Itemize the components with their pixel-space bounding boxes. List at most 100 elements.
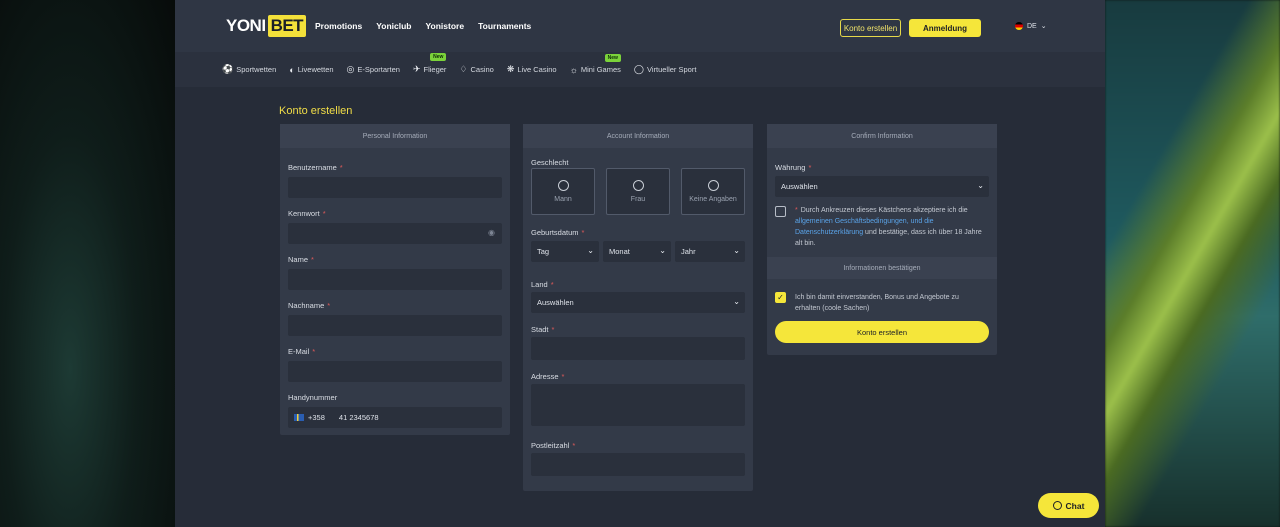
email-input[interactable] — [288, 361, 502, 382]
country-select-value: Auswählen — [537, 298, 574, 307]
gender-option-male[interactable]: Mann — [531, 168, 595, 215]
city-label: Stadt * — [531, 325, 555, 334]
month-select[interactable]: Monat ⌄ — [603, 241, 671, 262]
radio-icon — [557, 180, 569, 191]
birthdate-label: Geburtsdatum * — [531, 228, 585, 237]
nav-yonistore[interactable]: Yonistore — [426, 21, 465, 31]
subnav-item-esports[interactable]: ◎ E-Sportarten — [347, 64, 400, 75]
page-title: Konto erstellen — [279, 105, 353, 117]
subnav-item-livewetten[interactable]: ◐ Livewetten — [289, 65, 333, 75]
new-badge: New — [430, 53, 447, 61]
email-label: E-Mail * — [288, 347, 316, 356]
gender-label: Geschlecht — [531, 158, 569, 167]
personal-info-panel: Personal Information Benutzername * Kennw… — [280, 124, 510, 435]
gender-option-label: Keine Angaben — [689, 196, 737, 203]
subnav-item-live-casino[interactable]: ❋ Live Casino — [507, 64, 557, 75]
privacy-link[interactable]: Datenschutzerklärung — [795, 229, 863, 236]
zip-input[interactable] — [531, 453, 745, 476]
register-button[interactable]: Konto erstellen — [840, 19, 901, 37]
subnav-label: Flieger — [423, 65, 447, 74]
username-input[interactable] — [288, 177, 502, 198]
gender-option-none[interactable]: Keine Angaben — [681, 168, 745, 215]
terms-checkbox[interactable] — [775, 206, 786, 217]
chat-button[interactable]: Chat — [1038, 493, 1099, 518]
soccer-ball-icon: ⚽ — [222, 64, 234, 74]
chevron-down-icon: ⌄ — [733, 297, 740, 306]
password-input[interactable]: ◉ — [288, 223, 502, 244]
background-left — [0, 0, 175, 527]
live-icon: ◐ — [289, 64, 295, 75]
chevron-down-icon: ⌄ — [977, 181, 984, 190]
subnav-label: Live Casino — [517, 65, 557, 74]
phone-country-code[interactable]: +358 — [308, 413, 325, 422]
password-label: Kennwort * — [288, 209, 326, 218]
phone-label: Handynummer — [288, 393, 338, 402]
logo-bet: BET — [267, 15, 307, 37]
city-input[interactable] — [531, 337, 745, 360]
subnav-label: E-Sportarten — [357, 65, 400, 74]
currency-select[interactable]: Auswählen ⌄ — [775, 176, 989, 197]
subnav-label: Sportwetten — [236, 65, 277, 74]
nav-promotions[interactable]: Promotions — [315, 21, 362, 31]
year-select[interactable]: Jahr ⌄ — [675, 241, 745, 262]
login-button[interactable]: Anmeldung — [909, 19, 981, 37]
panel-heading: Personal Information — [280, 124, 510, 148]
radio-icon — [632, 180, 644, 191]
chevron-down-icon: ⌄ — [659, 246, 666, 255]
subnav-label: Livewetten — [297, 65, 334, 74]
chat-bubble-icon — [1052, 501, 1062, 510]
eye-icon[interactable]: ◉ — [488, 228, 495, 237]
live-casino-icon: ❋ — [506, 64, 515, 74]
panel-heading: Account Information — [523, 124, 753, 148]
create-account-button[interactable]: Konto erstellen — [775, 321, 989, 343]
subnav-item-flieger[interactable]: ✈ Flieger New — [413, 53, 447, 75]
phone-input[interactable]: +358 41 2345678 — [288, 407, 502, 428]
account-info-panel: Account Information Geschlecht Mann Frau… — [523, 124, 753, 491]
virtual-sport-icon: ◯ — [633, 64, 644, 74]
terms-link-separator: , und die — [906, 218, 934, 225]
day-select-value: Tag — [537, 247, 550, 256]
chevron-down-icon: ⌄ — [1040, 23, 1047, 30]
zip-label: Postleitzahl * — [531, 441, 576, 450]
subnav-item-mini-games[interactable]: ☼ Mini Games New — [570, 53, 621, 75]
top-bar: YONI BET Promotions Yoniclub Yonistore T… — [175, 0, 1105, 52]
day-select[interactable]: Tag ⌄ — [531, 241, 599, 262]
subnav-item-virtual-sport[interactable]: ◯ Virtueller Sport — [634, 64, 697, 75]
year-select-value: Jahr — [681, 247, 696, 256]
confirm-subheading: Informationen bestätigen — [767, 257, 997, 279]
sub-nav: ⚽ Sportwetten ◐ Livewetten ◎ E-Sportarte… — [175, 52, 1105, 87]
subnav-label: Mini Games — [580, 65, 621, 74]
bonus-text: Ich bin damit einverstanden, Bonus und A… — [795, 294, 959, 312]
chevron-down-icon: ⌄ — [733, 246, 740, 255]
name-label: Name * — [288, 255, 314, 264]
lastname-input[interactable] — [288, 315, 502, 336]
new-badge: New — [604, 53, 621, 62]
nav-yoniclub[interactable]: Yoniclub — [376, 21, 411, 31]
german-flag-icon — [1015, 22, 1023, 30]
terms-text: * Durch Ankreuzen dieses Kästchens akzept… — [795, 207, 982, 247]
esports-icon: ◎ — [346, 64, 355, 74]
name-input[interactable] — [288, 269, 502, 290]
subnav-item-casino[interactable]: ♢ Casino — [459, 64, 493, 75]
logo[interactable]: YONI BET — [226, 14, 307, 38]
panel-heading: Confirm Information — [767, 124, 997, 148]
logo-yoni: YONI — [226, 16, 266, 35]
main-nav: Promotions Yoniclub Yonistore Tournament… — [315, 21, 531, 31]
subnav-item-sportwetten[interactable]: ⚽ Sportwetten — [222, 64, 276, 75]
address-input[interactable] — [531, 384, 745, 426]
chevron-down-icon: ⌄ — [587, 246, 594, 255]
username-label: Benutzername * — [288, 163, 343, 172]
country-flag-icon — [294, 414, 304, 421]
check-icon: ✓ — [777, 293, 784, 302]
background-right — [1105, 0, 1280, 527]
bonus-checkbox[interactable]: ✓ — [775, 292, 786, 303]
language-selector[interactable]: DE ⌄ — [1015, 22, 1047, 30]
lastname-label: Nachname * — [288, 301, 331, 310]
country-select[interactable]: Auswählen ⌄ — [531, 292, 745, 313]
currency-label: Währung * — [775, 163, 812, 172]
chat-label: Chat — [1065, 500, 1085, 511]
gender-option-female[interactable]: Frau — [606, 168, 670, 215]
phone-number: 41 2345678 — [338, 413, 379, 422]
nav-tournaments[interactable]: Tournaments — [478, 21, 531, 31]
terms-link[interactable]: allgemeinen Geschäftsbedingungen — [795, 218, 907, 225]
